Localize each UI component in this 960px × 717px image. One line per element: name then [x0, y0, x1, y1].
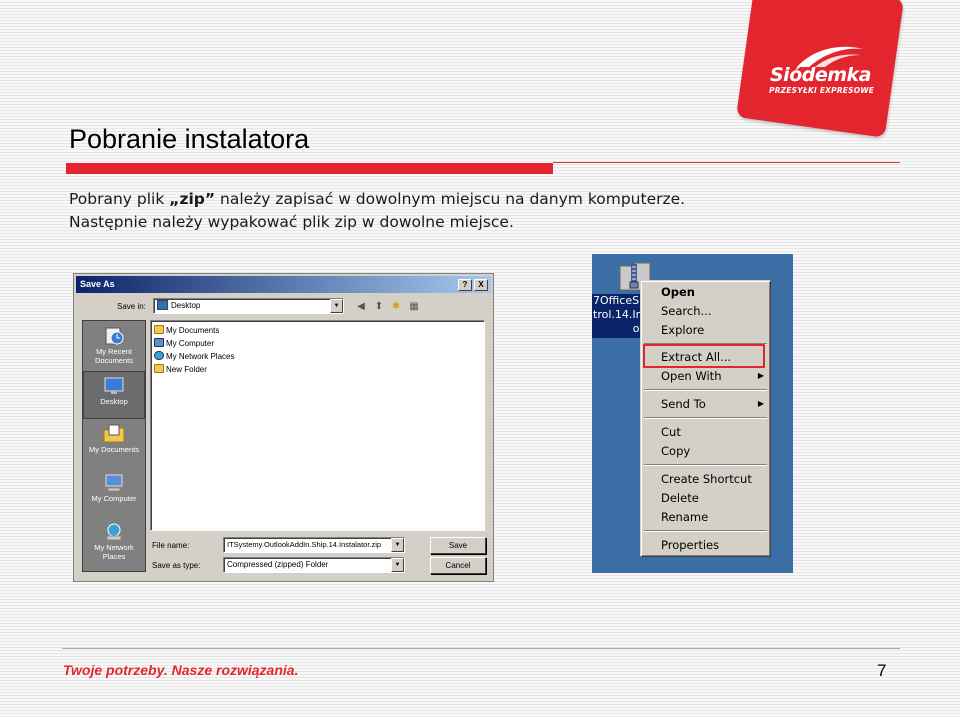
desktop-icon: [104, 377, 124, 394]
list-item-label: My Network Places: [166, 352, 235, 361]
submenu-arrow-icon: ▶: [757, 399, 764, 408]
back-icon[interactable]: ◀: [354, 301, 368, 313]
save-as-dialog: Save As ? X Save in: Desktop ▼ ◀ ⬆ ✱ ▦ M…: [73, 273, 494, 582]
place-recent-documents[interactable]: My Recent Documents: [83, 322, 145, 370]
save-in-label: Save in:: [117, 302, 146, 311]
folder-docs-icon: [154, 325, 164, 334]
logo-brand-text: Siódemka: [770, 64, 872, 86]
body-line-1: Pobrany plik „zip” należy zapisać w dowo…: [69, 188, 685, 211]
file-label-line: trol.14.In: [593, 308, 643, 321]
title-underline-red: [66, 163, 553, 174]
dialog-title: Save As: [80, 279, 115, 289]
submenu-arrow-icon: ▶: [757, 371, 764, 380]
file-name-field[interactable]: ITSystemy.OutlookAddIn.Ship.14.Instalato…: [223, 537, 405, 553]
extract-all-highlight: [643, 344, 765, 368]
menu-item-explore[interactable]: Explore: [661, 322, 704, 338]
save-in-value: Desktop: [171, 301, 201, 310]
recent-documents-icon: [105, 327, 124, 345]
body-line-2: Następnie należy wypakować plik zip w do…: [69, 213, 514, 231]
place-my-computer[interactable]: My Computer: [83, 469, 145, 517]
logo-tagline: PRZESYŁKI EXPRESOWE: [769, 86, 875, 95]
chevron-down-icon[interactable]: ▼: [330, 299, 343, 313]
menu-item-create-shortcut[interactable]: Create Shortcut: [661, 471, 752, 487]
folder-icon: [154, 364, 164, 373]
place-label: My Computer: [91, 494, 137, 503]
menu-item-search[interactable]: Search...: [661, 303, 711, 319]
computer-icon: [154, 338, 164, 347]
file-label-line: or: [632, 322, 644, 335]
views-menu-icon[interactable]: ▦: [407, 301, 421, 313]
list-item[interactable]: New Folder: [154, 364, 207, 376]
network-icon: [154, 351, 164, 360]
slide-body: Pobrany plik „zip” należy zapisać w dowo…: [69, 188, 685, 234]
save-button[interactable]: Save: [430, 537, 486, 554]
place-my-documents[interactable]: My Documents: [83, 420, 145, 468]
menu-item-open-with[interactable]: Open With: [661, 368, 721, 384]
save-as-type-select[interactable]: Compressed (zipped) Folder ▼: [223, 557, 405, 573]
place-label: My Network Places: [94, 543, 134, 561]
place-label: My Recent Documents: [95, 347, 133, 365]
place-label: Desktop: [100, 397, 128, 406]
selected-file-label[interactable]: 7OfficeSl trol.14.In or: [592, 294, 644, 338]
dialog-titlebar[interactable]: Save As ? X: [76, 276, 491, 293]
list-item[interactable]: My Documents: [154, 325, 219, 337]
page-number: 7: [877, 661, 887, 680]
body-line-1-suffix: należy zapisać w dowolnym miejscu na dan…: [215, 190, 686, 208]
title-underline-thin: [553, 162, 900, 163]
body-line-1-bold: „zip”: [169, 190, 216, 208]
menu-item-properties[interactable]: Properties: [661, 537, 719, 553]
new-folder-icon[interactable]: ✱: [389, 301, 403, 313]
menu-item-delete[interactable]: Delete: [661, 490, 699, 506]
file-name-label: File name:: [152, 541, 190, 550]
up-folder-icon[interactable]: ⬆: [372, 301, 386, 313]
list-item[interactable]: My Network Places: [154, 351, 234, 363]
menu-item-cut[interactable]: Cut: [661, 424, 681, 440]
save-as-type-label: Save as type:: [152, 561, 201, 570]
body-line-1-prefix: Pobrany plik: [69, 190, 170, 208]
menu-item-copy[interactable]: Copy: [661, 443, 690, 459]
help-button[interactable]: ?: [458, 279, 472, 291]
list-item[interactable]: My Computer: [154, 338, 214, 350]
context-menu: Open Search... Explore Extract All... Op…: [640, 280, 771, 557]
file-name-value: ITSystemy.OutlookAddIn.Ship.14.Instalato…: [227, 540, 382, 549]
chevron-down-icon[interactable]: ▼: [391, 558, 404, 572]
footer-tagline: Twoje potrzeby. Nasze rozwiązania.: [63, 662, 299, 678]
place-my-network[interactable]: My Network Places: [83, 518, 145, 566]
cancel-button[interactable]: Cancel: [430, 557, 486, 574]
list-item-label: My Computer: [166, 339, 215, 348]
slide-title: Pobranie instalatora: [69, 124, 310, 154]
menu-separator: [644, 530, 767, 532]
save-as-type-value: Compressed (zipped) Folder: [227, 560, 329, 569]
menu-item-send-to[interactable]: Send To: [661, 396, 706, 412]
file-list[interactable]: My Documents My Computer My Network Plac…: [150, 320, 485, 531]
chevron-down-icon[interactable]: ▼: [391, 538, 404, 552]
my-computer-icon: [105, 474, 123, 492]
close-button[interactable]: X: [474, 279, 488, 291]
my-documents-icon: [103, 424, 125, 443]
context-menu-screenshot: 7OfficeSl trol.14.In or Open Search... E…: [592, 254, 793, 573]
menu-item-rename[interactable]: Rename: [661, 509, 708, 525]
desktop-icon: [157, 300, 168, 310]
menu-separator: [644, 417, 767, 419]
footer-divider: [62, 648, 900, 649]
menu-separator: [644, 389, 767, 391]
menu-item-open[interactable]: Open: [661, 284, 695, 300]
network-places-icon: [106, 523, 122, 541]
menu-separator: [644, 464, 767, 466]
place-label: My Documents: [88, 445, 139, 454]
list-item-label: My Documents: [166, 326, 220, 335]
list-item-label: New Folder: [166, 365, 207, 374]
place-desktop[interactable]: Desktop: [83, 371, 145, 419]
save-in-combo[interactable]: Desktop ▼: [153, 298, 344, 314]
file-label-line: 7OfficeSl: [593, 294, 643, 307]
places-bar: My Recent Documents Desktop My Documents…: [82, 320, 146, 572]
